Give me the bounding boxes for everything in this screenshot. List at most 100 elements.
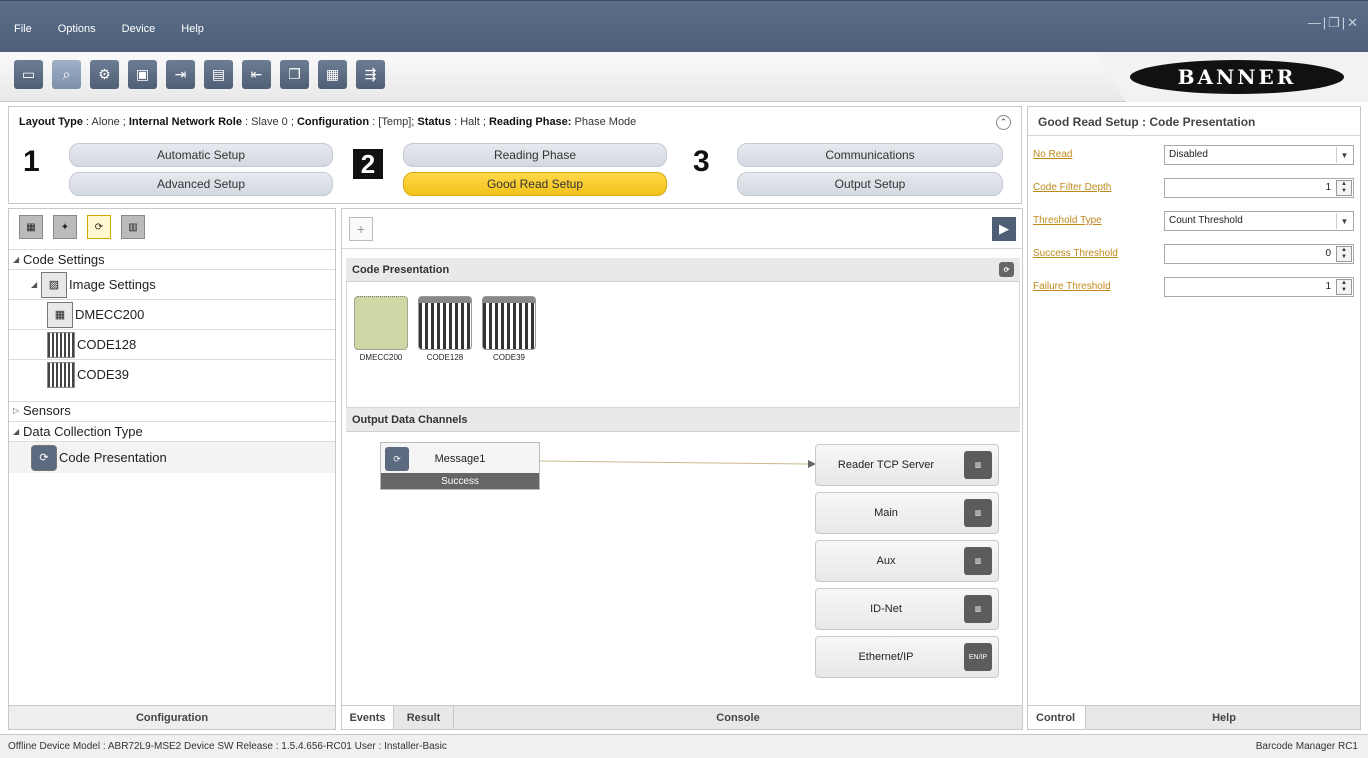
failure-threshold-stepper[interactable]: 1 ▲ ▼ [1164,277,1354,297]
save-icon[interactable]: ▦ [318,60,347,89]
reading-phase-button[interactable]: Reading Phase [403,143,667,167]
tree-item-data-collection-type[interactable]: ◢ Data Collection Type [9,421,335,441]
collapse-icon[interactable]: ⌃ [996,115,1011,130]
window-controls[interactable]: —|❐|✕ [1308,15,1360,31]
good-read-setup-button[interactable]: Good Read Setup [403,172,667,196]
barcode-icon [418,296,472,350]
menu-file[interactable]: File [14,23,32,35]
tab-events[interactable]: Events [342,706,394,729]
collapse-arrow-icon[interactable]: ▷ [13,406,23,415]
datamatrix-icon [354,296,408,350]
code-item-code128[interactable]: CODE128 [417,296,473,362]
menu-bar: File Options Device Help [14,23,230,35]
copy-icon[interactable]: ❐ [280,60,309,89]
step-1-number: 1 [23,145,40,178]
configuration-panel: ▦ ✦ ⟳ ▥ ◢ Code Settings ◢ ▨ Image Settin… [8,208,336,730]
spin-arrows-icon[interactable]: ▲ ▼ [1336,279,1352,295]
status-bar: Offline Device Model : ABR72L9-MSE2 Devi… [0,734,1368,758]
success-threshold-label[interactable]: Success Threshold [1033,248,1118,259]
channel-ethernet-ip[interactable]: Ethernet/IP EN/IP [815,636,999,678]
app-version-text: Barcode Manager RC1 [1255,741,1358,752]
tree-item-code128[interactable]: CODE128 [9,329,335,359]
import-icon[interactable]: ⇤ [242,60,271,89]
no-read-label[interactable]: No Read [1033,149,1072,160]
user-settings-icon[interactable]: ⚙ [90,60,119,89]
tree-item-code39[interactable]: CODE39 [9,359,335,389]
expand-icon[interactable]: ◢ [31,280,41,289]
chevron-down-icon[interactable]: ▼ [1336,213,1352,229]
menu-help[interactable]: Help [181,23,204,35]
channel-aux[interactable]: Aux ▥ [815,540,999,582]
code-filter-depth-stepper[interactable]: 1 ▲ ▼ [1164,178,1354,198]
tree-item-sensors[interactable]: ▷ Sensors [9,401,335,419]
automatic-setup-button[interactable]: Automatic Setup [69,143,333,167]
code-list: DMECC200 CODE128 CODE39 [346,282,1020,408]
code-item-dmecc200[interactable]: DMECC200 [353,296,409,362]
chevron-down-icon[interactable]: ▼ [1336,147,1352,163]
code-filter-depth-label[interactable]: Code Filter Depth [1033,182,1111,193]
spin-arrows-icon[interactable]: ▲ ▼ [1336,246,1352,262]
search-device-icon[interactable]: ⌕ [52,60,81,89]
no-read-select[interactable]: Disabled ▼ [1164,145,1354,165]
export-icon[interactable]: ⇥ [166,60,195,89]
image-icon: ▨ [41,271,67,298]
expand-icon[interactable]: ◢ [13,255,23,264]
banner-logo: BANNER [1130,60,1344,94]
device-status-text: Offline Device Model : ABR72L9-MSE2 Devi… [8,741,447,752]
tree-item-code-presentation[interactable]: ⟳ Code Presentation [9,441,335,473]
menu-device[interactable]: Device [122,23,156,35]
network-icon[interactable]: ⇶ [356,60,385,89]
properties-title: Good Read Setup : Code Presentation [1038,115,1256,129]
play-icon[interactable]: ▶ [992,217,1016,241]
channel-main[interactable]: Main ▥ [815,492,999,534]
message-node[interactable]: ⟳ Message1 Success [380,442,540,490]
datamatrix-icon: ▦ [47,301,73,328]
barcode-icon [47,361,75,388]
failure-threshold-label[interactable]: Failure Threshold [1033,281,1111,292]
properties-tabs: Control Help [1028,705,1360,729]
code-item-code39[interactable]: CODE39 [481,296,537,362]
image-settings-icon[interactable]: ✦ [53,215,77,239]
barcode-icon [482,296,536,350]
step-3-number: 3 [693,145,710,178]
code-presentation-header: Code Presentation ⟳ [346,258,1020,282]
threshold-type-label[interactable]: Threshold Type [1033,215,1102,226]
channel-reader-tcp-server[interactable]: Reader TCP Server ▥ [815,444,999,486]
tree-item-image-settings[interactable]: ◢ ▨ Image Settings [9,269,335,299]
divider [1028,135,1360,136]
data-collection-icon[interactable]: ▥ [121,215,145,239]
tab-result[interactable]: Result [394,706,454,729]
output-setup-button[interactable]: Output Setup [737,172,1003,196]
plug-icon: ▥ [964,595,992,623]
device-icon[interactable]: ▭ [14,60,43,89]
add-icon[interactable]: + [349,217,373,241]
layout-icon[interactable]: ▣ [128,60,157,89]
code-presentation-icon[interactable]: ⟳ [87,215,111,239]
communications-button[interactable]: Communications [737,143,1003,167]
success-threshold-stepper[interactable]: 0 ▲ ▼ [1164,244,1354,264]
tab-help[interactable]: Help [1086,706,1362,729]
layout-info: Layout Type : Alone ; Internal Network R… [19,116,637,128]
connection-line [540,460,816,468]
datamatrix-icon[interactable]: ▦ [19,215,43,239]
barcode-icon [47,331,75,358]
menu-options[interactable]: Options [58,23,96,35]
message-status: Success [381,473,539,489]
code-presentation-icon: ⟳ [31,444,57,471]
tree-item-code-settings[interactable]: ◢ Code Settings [9,249,335,269]
print-icon[interactable]: ▤ [204,60,233,89]
output-data-channels-header: Output Data Channels [346,408,1020,432]
step-2-number: 2 [353,149,383,179]
code-presentation-icon[interactable]: ⟳ [999,262,1014,277]
title-bar: File Options Device Help —|❐|✕ [0,0,1368,52]
expand-icon[interactable]: ◢ [13,427,23,436]
spin-arrows-icon[interactable]: ▲ ▼ [1336,180,1352,196]
main-toolbar: ▭ ⌕ ⚙ ▣ ⇥ ▤ ⇤ ❐ ▦ ⇶ BANNER [0,52,1368,102]
tab-console[interactable]: Console [454,706,1022,729]
tree-item-dmecc200[interactable]: ▦ DMECC200 [9,299,335,329]
tab-control[interactable]: Control [1028,706,1086,729]
channel-id-net[interactable]: ID-Net ▥ [815,588,999,630]
threshold-type-select[interactable]: Count Threshold ▼ [1164,211,1354,231]
workspace-panel: + ▶ Code Presentation ⟳ DMECC200 CODE128… [341,208,1023,730]
advanced-setup-button[interactable]: Advanced Setup [69,172,333,196]
